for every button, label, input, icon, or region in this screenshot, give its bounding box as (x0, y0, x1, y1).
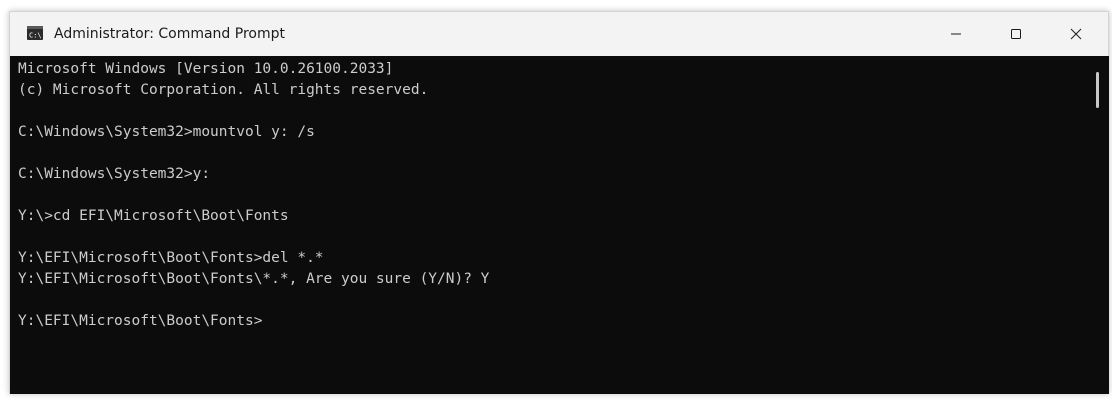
console-output[interactable]: Microsoft Windows [Version 10.0.26100.20… (10, 56, 1085, 394)
vertical-scrollbar[interactable] (1085, 56, 1109, 394)
svg-text:C:\: C:\ (29, 32, 42, 40)
console-line: Y:\>cd EFI\Microsoft\Boot\Fonts (18, 208, 289, 224)
title-bar[interactable]: C:\ Administrator: Command Prompt (10, 12, 1108, 56)
console-line: C:\Windows\System32>y: (18, 166, 211, 182)
scrollbar-thumb[interactable] (1096, 72, 1099, 108)
minimize-button[interactable] (933, 12, 979, 56)
console-prompt-line[interactable]: Y:\EFI\Microsoft\Boot\Fonts> (18, 311, 489, 332)
console-line: Y:\EFI\Microsoft\Boot\Fonts>del *.* (18, 250, 324, 266)
console-lines: Microsoft Windows [Version 10.0.26100.20… (18, 59, 489, 332)
maximize-button[interactable] (993, 12, 1039, 56)
maximize-icon (1010, 28, 1022, 40)
console-line: (c) Microsoft Corporation. All rights re… (18, 82, 429, 98)
console-line: C:\Windows\System32>mountvol y: /s (18, 124, 315, 140)
command-prompt-icon: C:\ (27, 26, 43, 40)
close-button[interactable] (1053, 12, 1099, 56)
command-prompt-window: C:\ Administrator: Command Prompt Micros… (9, 11, 1109, 394)
minimize-icon (950, 28, 962, 40)
window-title: Administrator: Command Prompt (54, 26, 285, 42)
console-line: Y:\EFI\Microsoft\Boot\Fonts\*.*, Are you… (18, 271, 490, 287)
close-icon (1070, 28, 1082, 40)
console-line: Microsoft Windows [Version 10.0.26100.20… (18, 61, 394, 77)
